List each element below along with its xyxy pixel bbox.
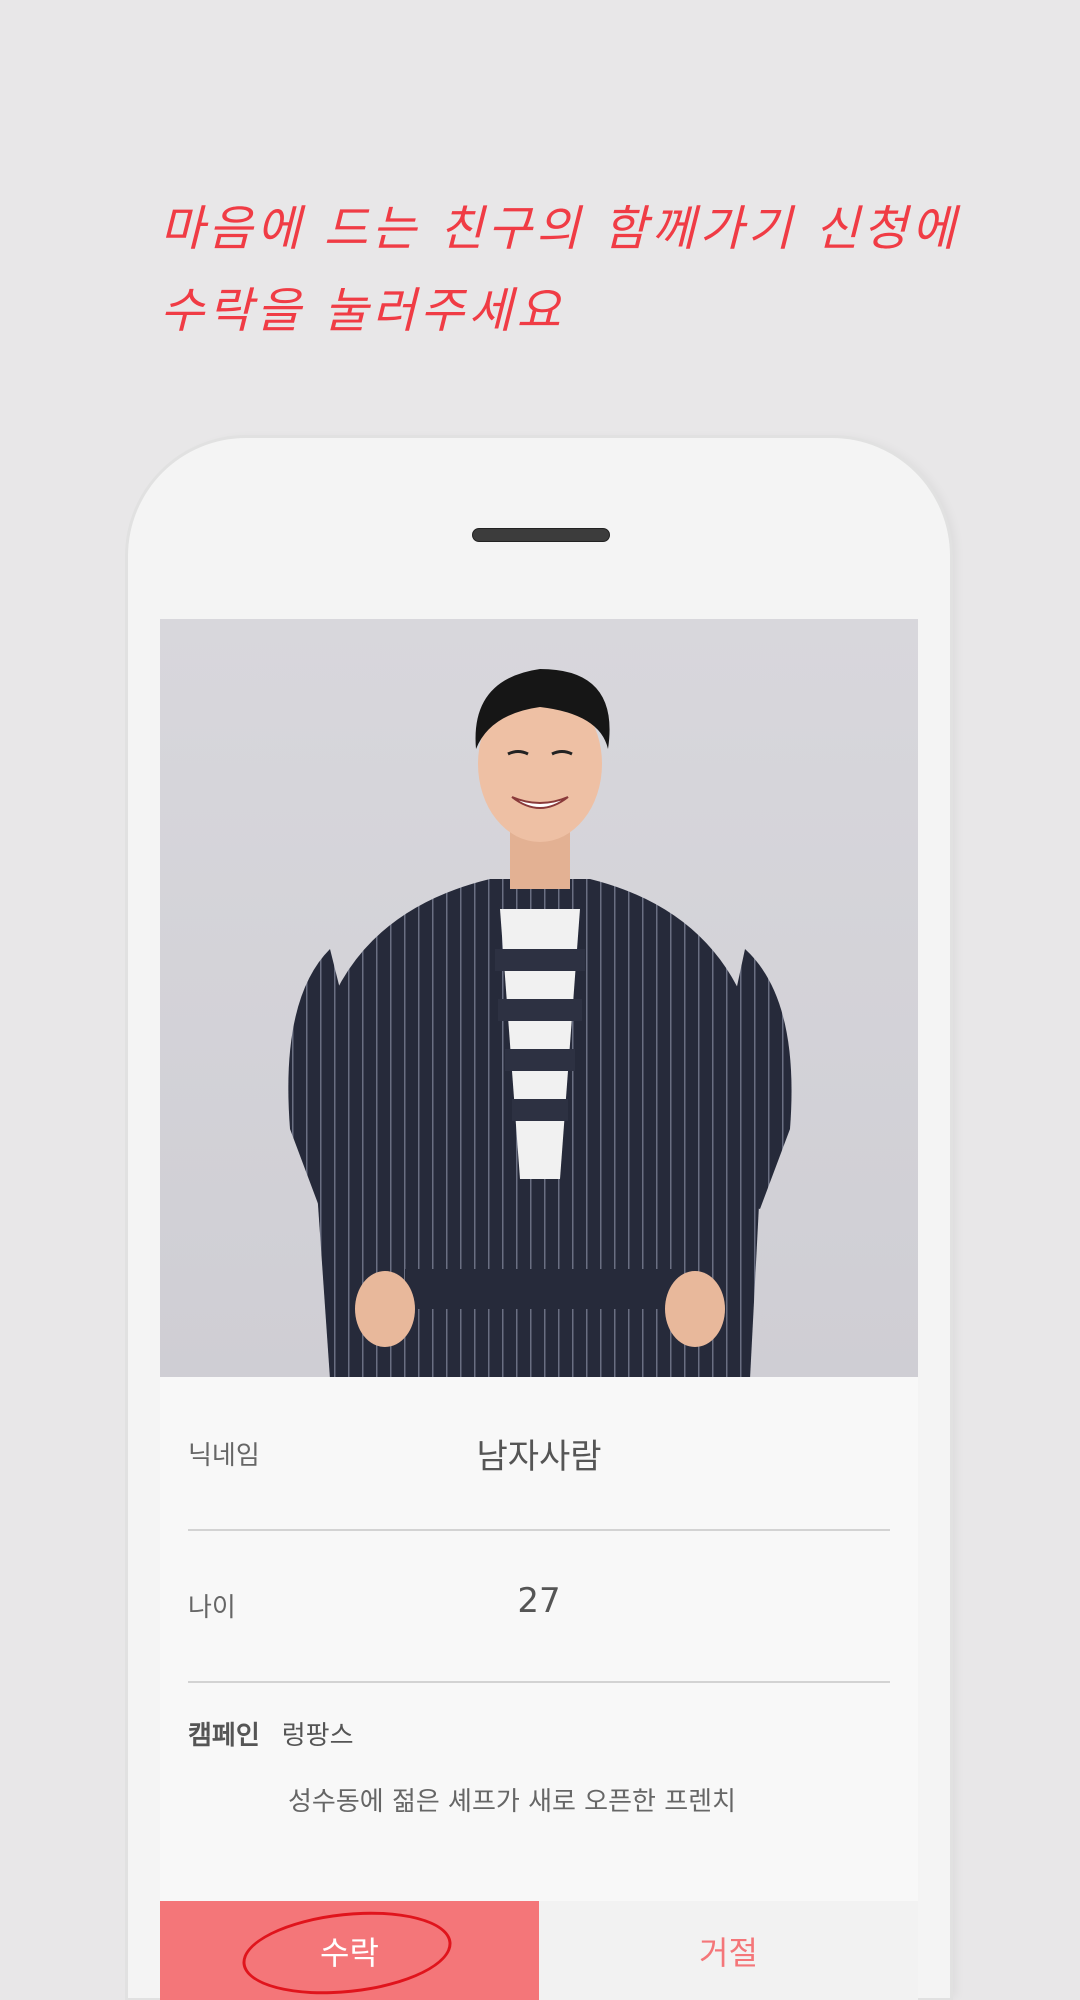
profile-info: 닉네임 남자사람 나이 27 캠페인 렁팡스 성수동에 젊은 셰프가 새로 오픈한… <box>160 1377 918 1837</box>
profile-photo <box>160 619 918 1377</box>
campaign-description: 성수동에 젊은 셰프가 새로 오픈한 프렌치 <box>288 1787 736 1817</box>
campaign-value: 렁팡스 <box>281 1721 354 1751</box>
reject-button[interactable]: 거절 <box>539 1901 918 2000</box>
action-bar: 수락 거절 <box>160 1901 918 2000</box>
phone-frame: 닉네임 남자사람 나이 27 캠페인 렁팡스 성수동에 젊은 셰프가 새로 오픈한… <box>128 438 950 2000</box>
highlight-circle <box>238 1902 456 2000</box>
person-illustration <box>288 669 792 1377</box>
app-screen: 닉네임 남자사람 나이 27 캠페인 렁팡스 성수동에 젊은 셰프가 새로 오픈한… <box>160 619 918 2000</box>
nickname-value: 남자사람 <box>476 1437 602 1477</box>
phone-speaker <box>472 528 610 542</box>
nickname-row: 닉네임 남자사람 <box>188 1377 890 1531</box>
age-row: 나이 27 <box>188 1529 890 1683</box>
instruction-line-1: 마음에 드는 친구의 함께가기 신청에 <box>160 201 960 257</box>
accept-button[interactable]: 수락 <box>160 1901 539 2000</box>
age-value: 27 <box>517 1581 561 1621</box>
campaign-label: 캠페인 <box>188 1721 260 1751</box>
reject-button-label: 거절 <box>699 1933 758 1972</box>
campaign-row: 캠페인 렁팡스 <box>188 1715 354 1752</box>
instruction-line-2: 수락을 눌러주세요 <box>160 283 565 339</box>
instruction-text: 마음에 드는 친구의 함께가기 신청에 수락을 눌러주세요 <box>160 188 980 352</box>
